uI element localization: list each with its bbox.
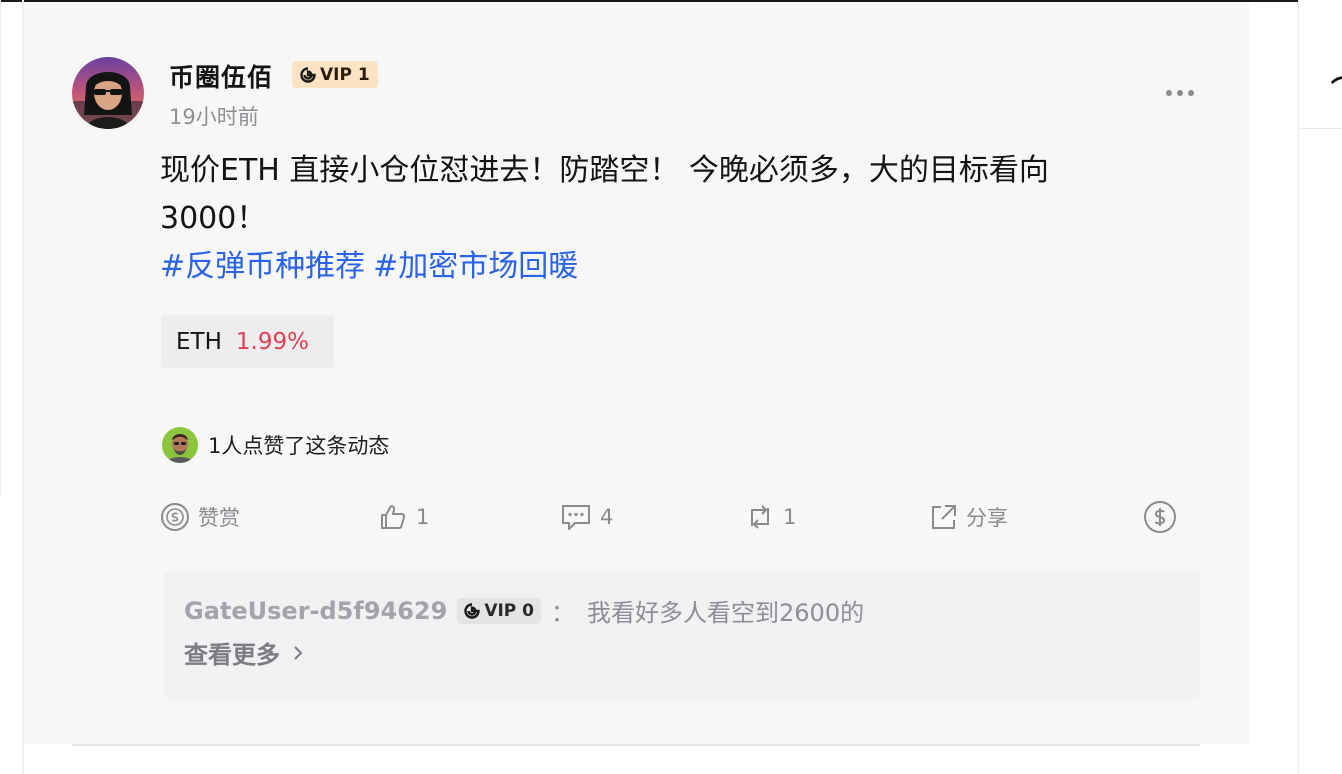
ticker-change: 1.99%	[235, 328, 309, 355]
top-comment: GateUser-d5f94629 VIP 0 ： 我看好多人看空到2600的	[184, 593, 864, 628]
post-timestamp: 19小时前	[169, 105, 259, 129]
repost-count: 1	[783, 505, 797, 529]
more-dot-icon	[1177, 90, 1183, 96]
more-dot-icon	[1188, 90, 1194, 96]
tip-label: 赞赏	[198, 506, 240, 530]
comment-vip-label: VIP 0	[484, 600, 535, 621]
repost-icon	[751, 505, 769, 529]
ticker-symbol: ETH	[176, 328, 222, 355]
hashtag-list: #反弹币种推荐 #加密市场回暖	[160, 243, 586, 291]
chevron-right-icon	[294, 645, 303, 660]
comment-colon: ：	[551, 599, 576, 627]
action-bar: 赞赏 1 4 1 分享	[160, 497, 1180, 537]
gate-logo-icon	[464, 602, 481, 619]
author-avatar[interactable]	[72, 57, 144, 129]
avatar-sunglasses-icon	[72, 57, 144, 129]
gate-logo-icon	[300, 66, 316, 83]
tip-button[interactable]: 赞赏	[160, 497, 240, 537]
comment-vip-badge: VIP 0	[457, 597, 542, 624]
vip-badge-label: VIP 1	[320, 64, 370, 85]
right-sidebar-cutoff-text: ⌒	[1331, 70, 1342, 107]
comment-count: 4	[600, 505, 614, 529]
liker-avatar-icon	[162, 427, 198, 463]
author-name[interactable]: 币圈伍佰	[169, 58, 273, 94]
share-icon	[932, 505, 956, 529]
vip-badge: VIP 1	[292, 61, 378, 88]
tip-coin-icon	[161, 503, 189, 531]
comment-bubble-icon	[562, 505, 590, 530]
ticker-chip[interactable]: ETH 1.99%	[161, 315, 334, 368]
dollar-icon	[1144, 501, 1176, 533]
comment-text: 我看好多人看空到2600的	[587, 599, 865, 627]
likers-text: 1人点赞了这条动态	[208, 434, 390, 458]
share-label: 分享	[966, 506, 1008, 530]
like-button[interactable]: 1	[378, 497, 429, 537]
hashtag-link[interactable]: #加密市场回暖	[373, 249, 578, 284]
liker-avatar	[162, 427, 198, 463]
comment-button[interactable]: 4	[560, 497, 613, 537]
view-more-link[interactable]: 查看更多	[184, 635, 304, 670]
share-button[interactable]: 分享	[928, 497, 1008, 537]
view-more-label: 查看更多	[184, 641, 280, 669]
post-body-text: 现价ETH 直接小仓位怼进去！防踏空！ 今晚必须多，大的目标看向3000！	[160, 153, 1049, 236]
likers-row[interactable]: 1人点赞了这条动态	[162, 427, 389, 463]
repost-button[interactable]: 1	[745, 497, 796, 537]
thumbs-up-icon	[381, 505, 406, 529]
top-comment-box: GateUser-d5f94629 VIP 0 ： 我看好多人看空到2600的 …	[164, 571, 1200, 699]
right-sidebar-divider	[1299, 128, 1342, 129]
right-sidebar: ⌒	[1298, 0, 1342, 774]
comment-username[interactable]: GateUser-d5f94629	[184, 597, 447, 625]
more-options-button[interactable]	[1158, 82, 1202, 104]
dollar-tip-button[interactable]	[1143, 497, 1177, 537]
hashtag-link[interactable]: #反弹币种推荐	[160, 249, 365, 284]
like-count: 1	[416, 505, 430, 529]
left-divider	[0, 0, 1, 495]
post-divider	[72, 744, 1200, 746]
more-dot-icon	[1166, 90, 1172, 96]
